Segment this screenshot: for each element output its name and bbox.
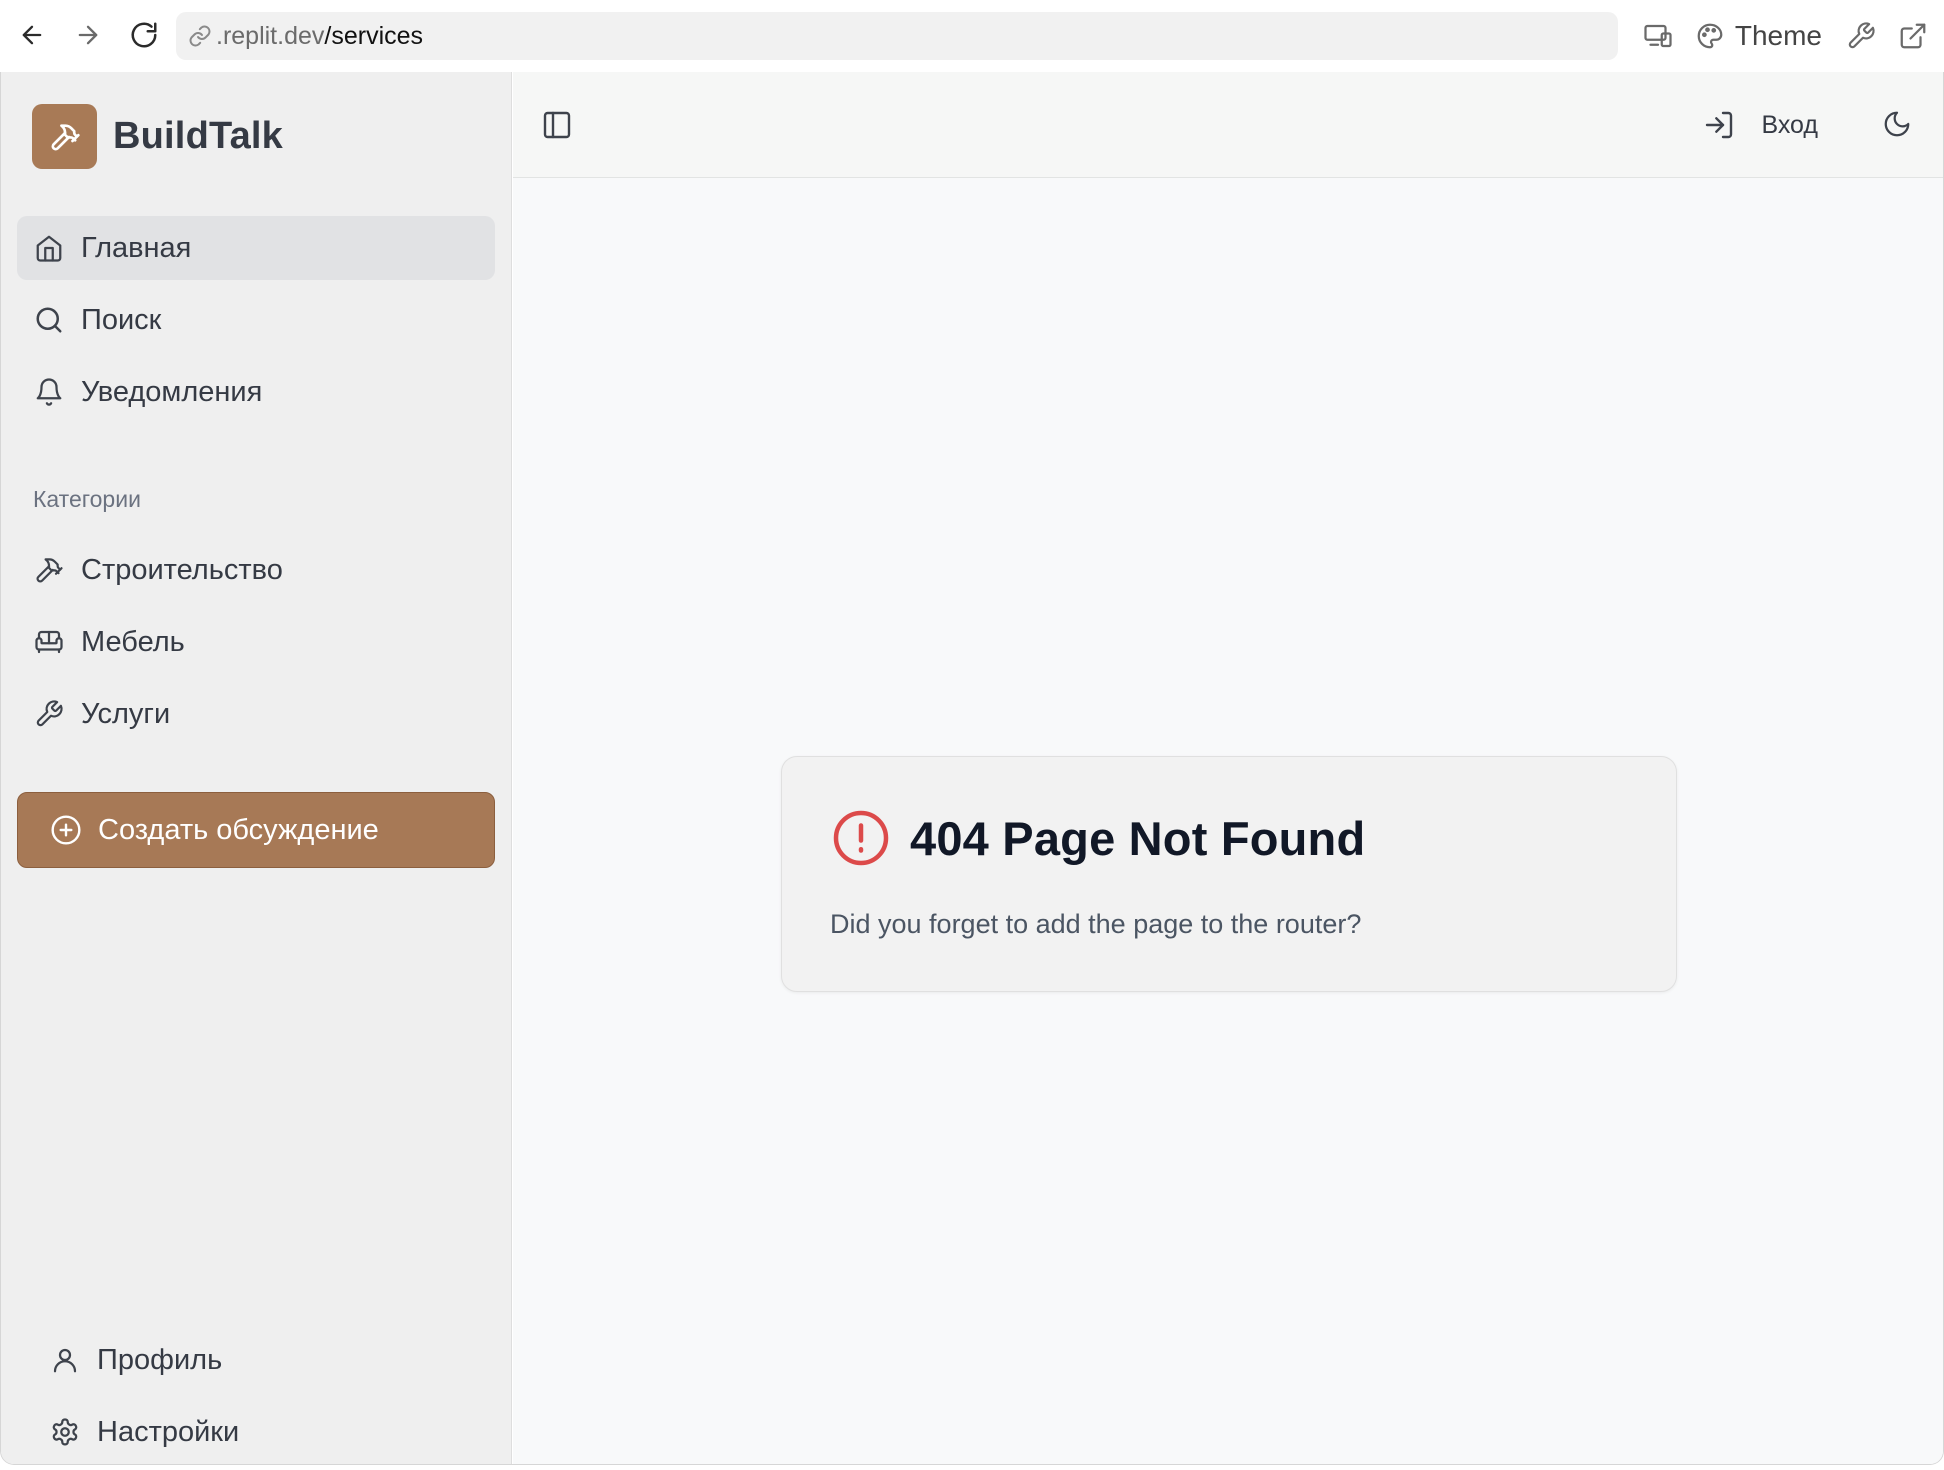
link-icon <box>188 24 212 48</box>
category-label: Строительство <box>81 553 283 586</box>
categories-title: Категории <box>33 486 141 512</box>
nav-item-settings[interactable]: Настройки <box>33 1400 495 1464</box>
url-path: /services <box>324 21 424 50</box>
category-label: Мебель <box>81 625 185 658</box>
user-icon <box>49 1344 81 1376</box>
home-icon <box>33 232 65 264</box>
reload-button[interactable] <box>122 13 166 57</box>
brand[interactable]: BuildTalk <box>32 104 283 169</box>
app-window: BuildTalk Главная Поиск Уведомления Кате… <box>0 72 1944 1465</box>
open-external-button[interactable] <box>1896 19 1930 53</box>
login-label: Вход <box>1761 110 1818 139</box>
category-furniture[interactable]: Мебель <box>17 610 495 674</box>
brand-logo <box>32 104 97 169</box>
category-services[interactable]: Услуги <box>17 682 495 746</box>
top-bar: Вход <box>513 72 1943 178</box>
error-card: 404 Page Not Found Did you forget to add… <box>781 756 1677 992</box>
nav-item-label: Уведомления <box>81 375 263 408</box>
create-discussion-button[interactable]: Создать обсуждение <box>17 792 495 868</box>
hammer-icon <box>33 554 65 586</box>
palette-icon <box>1697 23 1723 49</box>
error-message: Did you forget to add the page to the ro… <box>830 909 1362 939</box>
arrow-right-icon <box>78 25 98 45</box>
nav-item-label: Поиск <box>81 303 162 336</box>
nav-item-label: Профиль <box>97 1343 223 1376</box>
nav-item-notifications[interactable]: Уведомления <box>17 360 495 424</box>
hammer-icon <box>51 123 80 150</box>
nav-item-profile[interactable]: Профиль <box>33 1328 495 1392</box>
sofa-icon <box>33 626 65 658</box>
search-icon <box>33 304 65 336</box>
url-host: .replit.dev <box>216 21 325 50</box>
log-in-icon <box>1703 109 1735 141</box>
login-button[interactable]: Вход <box>1703 100 1818 150</box>
theme-toggle-button[interactable] <box>1877 104 1917 144</box>
plus-circle-icon <box>50 814 82 846</box>
devices-icon <box>1644 24 1672 48</box>
error-card-header: 404 Page Not Found <box>830 807 1365 869</box>
back-button[interactable] <box>10 13 54 57</box>
devtools-button[interactable] <box>1844 19 1878 53</box>
theme-palette-button[interactable] <box>1693 19 1727 53</box>
theme-label[interactable]: Theme <box>1735 20 1822 52</box>
nav-item-label: Настройки <box>97 1415 240 1448</box>
reload-icon <box>131 22 157 48</box>
nav-item-label: Главная <box>81 231 192 264</box>
create-discussion-label: Создать обсуждение <box>98 813 379 846</box>
sidebar-toggle-button[interactable] <box>537 105 577 145</box>
category-construction[interactable]: Строительство <box>17 538 495 602</box>
main-content: Вход 404 Page Not Found Did you forget t… <box>513 72 1943 1464</box>
moon-icon <box>1884 111 1910 137</box>
devices-button[interactable] <box>1641 19 1675 53</box>
error-title: 404 Page Not Found <box>910 811 1366 865</box>
settings-icon <box>49 1416 81 1448</box>
arrow-left-icon <box>22 25 42 45</box>
category-label: Услуги <box>81 697 171 730</box>
alert-circle-icon <box>830 807 892 869</box>
address-bar[interactable]: .replit.dev/services <box>176 12 1618 60</box>
external-link-icon <box>1900 23 1926 49</box>
nav-item-home[interactable]: Главная <box>17 216 495 280</box>
wrench-icon <box>33 698 65 730</box>
wrench-icon <box>1848 22 1875 49</box>
sidebar: BuildTalk Главная Поиск Уведомления Кате… <box>1 72 512 1464</box>
panel-left-icon <box>543 111 571 139</box>
brand-name: BuildTalk <box>113 115 283 157</box>
browser-toolbar: .replit.dev/services Theme <box>0 0 1944 72</box>
forward-button[interactable] <box>66 13 110 57</box>
nav-item-search[interactable]: Поиск <box>17 288 495 352</box>
browser-actions: Theme <box>1641 12 1944 60</box>
bell-icon <box>33 376 65 408</box>
